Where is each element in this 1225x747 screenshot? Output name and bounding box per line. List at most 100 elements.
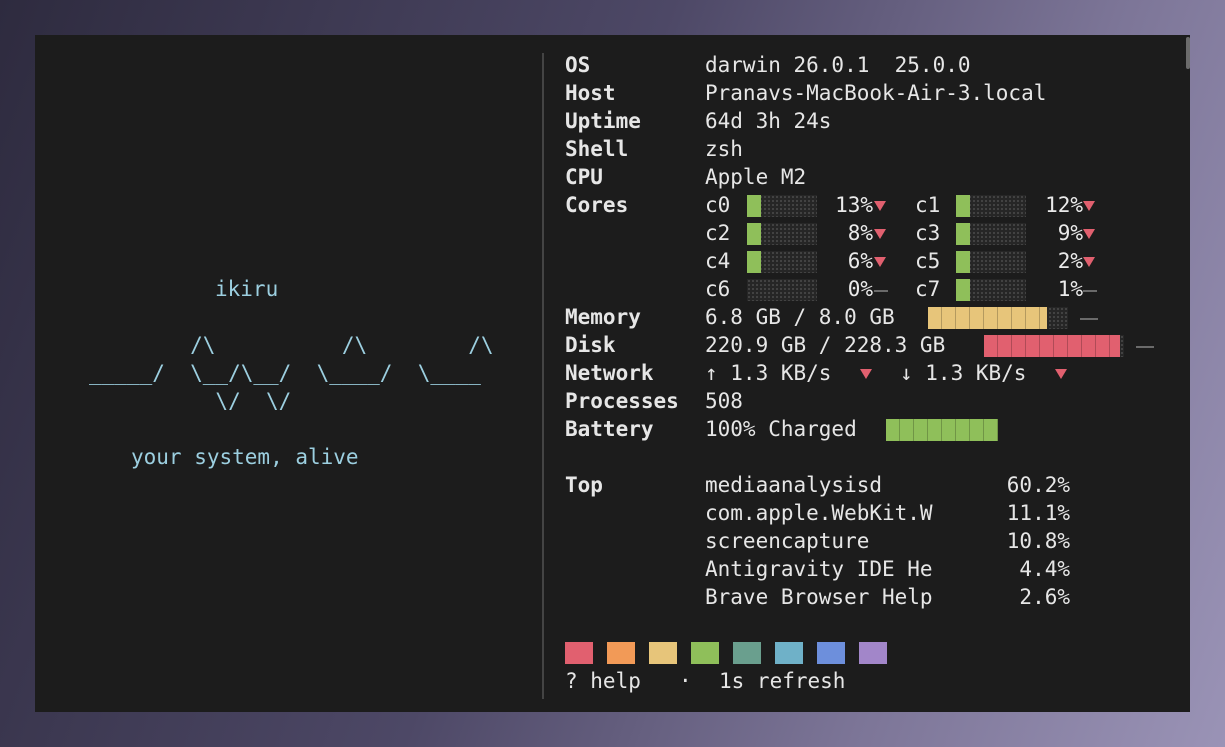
- process-name: screencapture: [705, 529, 870, 553]
- core-bar: [956, 223, 1026, 245]
- core-name: c1: [915, 193, 941, 217]
- uptime-value: 64d 3h 24s: [705, 109, 832, 133]
- trend-down-icon: [1083, 201, 1095, 211]
- processes-value: 508: [705, 389, 743, 413]
- cores-label: Cores: [565, 193, 629, 217]
- core-bar-fill: [956, 195, 970, 217]
- uptime-label: Uptime: [565, 109, 641, 133]
- memory-trend-flat: [1080, 318, 1098, 320]
- disk-bar: [984, 335, 1124, 357]
- core-bar: [956, 195, 1026, 217]
- terminal-window: ikiru /\ /\ /\ _____/ \__/\__/ \____/ \_…: [35, 35, 1190, 712]
- logo-tagline: your system, alive: [131, 445, 359, 469]
- palette-swatch: [565, 642, 593, 664]
- core-bar: [747, 279, 817, 301]
- panel-divider: [542, 53, 544, 699]
- core-bar: [747, 223, 817, 245]
- core-bar: [747, 195, 817, 217]
- os-label: OS: [565, 53, 591, 77]
- battery-label: Battery: [565, 417, 654, 441]
- network-up-trend-down-icon: [860, 369, 872, 379]
- core-name: c5: [915, 249, 941, 273]
- logo-art-line-2: _____/ \__/\__/ \____/ \____: [89, 361, 481, 385]
- disk-value: 220.9 GB / 228.3 GB: [705, 333, 946, 357]
- top-label: Top: [565, 473, 603, 497]
- logo-art-line-3: \/ \/: [89, 389, 292, 413]
- core-name: c6: [705, 277, 731, 301]
- core-bar: [956, 251, 1026, 273]
- process-name: mediaanalysisd: [705, 473, 883, 497]
- processes-label: Processes: [565, 389, 679, 413]
- trend-down-icon: [1083, 229, 1095, 239]
- palette-swatch: [649, 642, 677, 664]
- core-name: c0: [705, 193, 731, 217]
- logo-name: ikiru: [215, 277, 279, 301]
- trend-down-icon: [874, 257, 886, 267]
- trend-flat-icon: [1083, 290, 1097, 292]
- battery-bar-fill: [886, 419, 998, 441]
- trend-down-icon: [874, 229, 886, 239]
- core-bar-fill: [956, 279, 970, 301]
- logo-art-line-1: /\ /\ /\: [89, 333, 494, 357]
- core-name: c4: [705, 249, 731, 273]
- process-percent: 60.2%: [1006, 473, 1070, 497]
- palette-swatch: [775, 642, 803, 664]
- process-percent: 10.8%: [1006, 529, 1070, 553]
- process-percent: 11.1%: [1006, 501, 1070, 525]
- core-percent: 9%: [1057, 221, 1083, 245]
- host-value: Pranavs-MacBook-Air-3.local: [705, 81, 1047, 105]
- trend-flat-icon: [874, 290, 888, 292]
- core-bar: [956, 279, 1026, 301]
- trend-down-icon: [874, 201, 886, 211]
- network-down-trend-down-icon: [1055, 369, 1067, 379]
- core-percent: 0%: [847, 277, 873, 301]
- core-bar-fill: [956, 223, 970, 245]
- network-down-value: ↓ 1.3 KB/s: [900, 361, 1027, 385]
- host-label: Host: [565, 81, 616, 105]
- shell-label: Shell: [565, 137, 629, 161]
- core-bar-fill: [956, 251, 970, 273]
- battery-value: 100% Charged: [705, 417, 857, 441]
- shell-value: zsh: [705, 137, 743, 161]
- core-bar-fill: [747, 223, 761, 245]
- palette-swatch: [607, 642, 635, 664]
- os-value: darwin 26.0.1 25.0.0: [705, 53, 971, 77]
- core-percent: 13%: [835, 193, 873, 217]
- core-percent: 8%: [847, 221, 873, 245]
- process-percent: 4.4%: [1019, 557, 1070, 581]
- palette-swatch: [859, 642, 887, 664]
- core-name: c3: [915, 221, 941, 245]
- core-name: c2: [705, 221, 731, 245]
- disk-bar-fill: [984, 335, 1120, 357]
- help-hint[interactable]: ? help: [565, 667, 641, 695]
- disk-trend-flat: [1136, 346, 1154, 348]
- core-bar-fill: [747, 195, 761, 217]
- core-percent: 1%: [1057, 277, 1083, 301]
- memory-bar-fill: [928, 307, 1047, 329]
- core-bar-fill: [747, 251, 761, 273]
- core-percent: 2%: [1057, 249, 1083, 273]
- cpu-label: CPU: [565, 165, 603, 189]
- scrollbar[interactable]: [1186, 37, 1190, 69]
- memory-label: Memory: [565, 305, 641, 329]
- memory-value: 6.8 GB / 8.0 GB: [705, 305, 895, 329]
- process-percent: 2.6%: [1019, 585, 1070, 609]
- core-percent: 6%: [847, 249, 873, 273]
- process-name: com.apple.WebKit.W: [705, 501, 933, 525]
- core-percent: 12%: [1045, 193, 1083, 217]
- footer-separator: ·: [679, 669, 692, 693]
- disk-label: Disk: [565, 333, 616, 357]
- palette-swatch: [691, 642, 719, 664]
- process-name: Brave Browser Help: [705, 585, 933, 609]
- network-label: Network: [565, 361, 654, 385]
- refresh-rate: 1s refresh: [719, 669, 846, 693]
- process-name: Antigravity IDE He: [705, 557, 933, 581]
- palette-swatch: [817, 642, 845, 664]
- core-name: c7: [915, 277, 941, 301]
- network-up-value: ↑ 1.3 KB/s: [705, 361, 832, 385]
- trend-down-icon: [1083, 257, 1095, 267]
- core-bar: [747, 251, 817, 273]
- memory-bar: [928, 307, 1068, 329]
- palette-swatch: [733, 642, 761, 664]
- battery-bar: [886, 419, 998, 441]
